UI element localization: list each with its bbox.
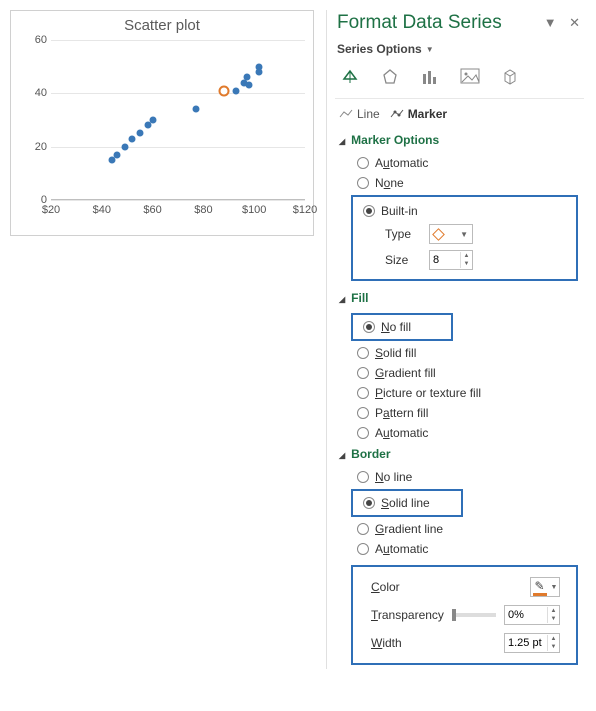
radio-automatic-marker[interactable]: Automatic bbox=[335, 153, 584, 173]
category-icons bbox=[335, 64, 584, 99]
width-input-box[interactable]: ▲▼ bbox=[504, 633, 560, 653]
section-border[interactable]: Border bbox=[335, 443, 584, 467]
marker-size-input[interactable] bbox=[430, 254, 460, 266]
radio-no-fill[interactable]: No fill bbox=[357, 317, 447, 337]
chart-title: Scatter plot bbox=[19, 17, 305, 34]
data-point[interactable] bbox=[136, 130, 143, 137]
radio-picture-fill[interactable]: Picture or texture fill bbox=[335, 383, 584, 403]
format-data-series-pane: Format Data Series ▼ ✕ Series Options bbox=[326, 10, 584, 669]
solid-line-frame: Solid line bbox=[351, 489, 463, 517]
marker-size-spinner[interactable]: ▲▼ bbox=[429, 250, 473, 270]
picture-icon[interactable] bbox=[459, 66, 481, 88]
data-point[interactable] bbox=[243, 74, 250, 81]
data-point[interactable] bbox=[256, 63, 263, 70]
no-fill-frame: No fill bbox=[351, 313, 453, 341]
data-point[interactable] bbox=[233, 87, 240, 94]
transparency-input[interactable] bbox=[505, 609, 547, 621]
fill-line-icon[interactable] bbox=[339, 66, 361, 88]
series-options-dropdown[interactable]: Series Options bbox=[335, 40, 584, 64]
radio-builtin[interactable]: Built-in bbox=[357, 201, 572, 221]
highlighted-point[interactable] bbox=[218, 85, 229, 96]
radio-none-marker[interactable]: None bbox=[335, 173, 584, 193]
radio-solid-fill[interactable]: Solid fill bbox=[335, 343, 584, 363]
width-label: Width bbox=[371, 636, 402, 650]
radio-no-line[interactable]: No line bbox=[335, 467, 584, 487]
tab-line[interactable]: Line bbox=[339, 107, 380, 121]
transparency-input-box[interactable]: ▲▼ bbox=[504, 605, 560, 625]
width-input[interactable] bbox=[505, 637, 547, 649]
transparency-slider[interactable] bbox=[452, 613, 496, 617]
data-point[interactable] bbox=[192, 106, 199, 113]
effects-icon[interactable] bbox=[379, 66, 401, 88]
plot-area[interactable]: 0204060$20$40$60$80$100$120 bbox=[29, 40, 305, 200]
border-color-button[interactable]: ✎▼ bbox=[530, 577, 560, 597]
data-point[interactable] bbox=[246, 82, 253, 89]
data-point[interactable] bbox=[114, 151, 121, 158]
radio-pattern-fill[interactable]: Pattern fill bbox=[335, 403, 584, 423]
marker-size-row: Size ▲▼ bbox=[357, 247, 572, 273]
pane-title: Format Data Series bbox=[337, 12, 502, 34]
border-props-frame: Color ✎▼ Transparency ▲▼ Width ▲▼ bbox=[351, 565, 578, 665]
radio-auto-fill[interactable]: Automatic bbox=[335, 423, 584, 443]
radio-gradient-line[interactable]: Gradient line bbox=[335, 519, 584, 539]
section-fill[interactable]: Fill bbox=[335, 287, 584, 311]
3d-icon[interactable] bbox=[499, 66, 521, 88]
radio-auto-line[interactable]: Automatic bbox=[335, 539, 584, 559]
close-icon[interactable]: ✕ bbox=[569, 15, 580, 30]
marker-type-row: Type ▼ bbox=[357, 221, 572, 247]
data-point[interactable] bbox=[121, 143, 128, 150]
pane-options-icon[interactable]: ▼ bbox=[544, 15, 557, 30]
radio-solid-line[interactable]: Solid line bbox=[357, 493, 457, 513]
marker-type-picker[interactable]: ▼ bbox=[429, 224, 473, 244]
size-properties-icon[interactable] bbox=[419, 66, 441, 88]
data-point[interactable] bbox=[129, 135, 136, 142]
tab-marker[interactable]: Marker bbox=[390, 107, 447, 121]
radio-gradient-fill[interactable]: Gradient fill bbox=[335, 363, 584, 383]
color-label: Color bbox=[371, 580, 400, 594]
builtin-frame: Built-in Type ▼ Size ▲▼ bbox=[351, 195, 578, 281]
transparency-label: Transparency bbox=[371, 608, 444, 622]
section-marker-options[interactable]: Marker Options bbox=[335, 129, 584, 153]
chart-container[interactable]: Scatter plot 0204060$20$40$60$80$100$120 bbox=[10, 10, 314, 236]
data-point[interactable] bbox=[149, 117, 156, 124]
